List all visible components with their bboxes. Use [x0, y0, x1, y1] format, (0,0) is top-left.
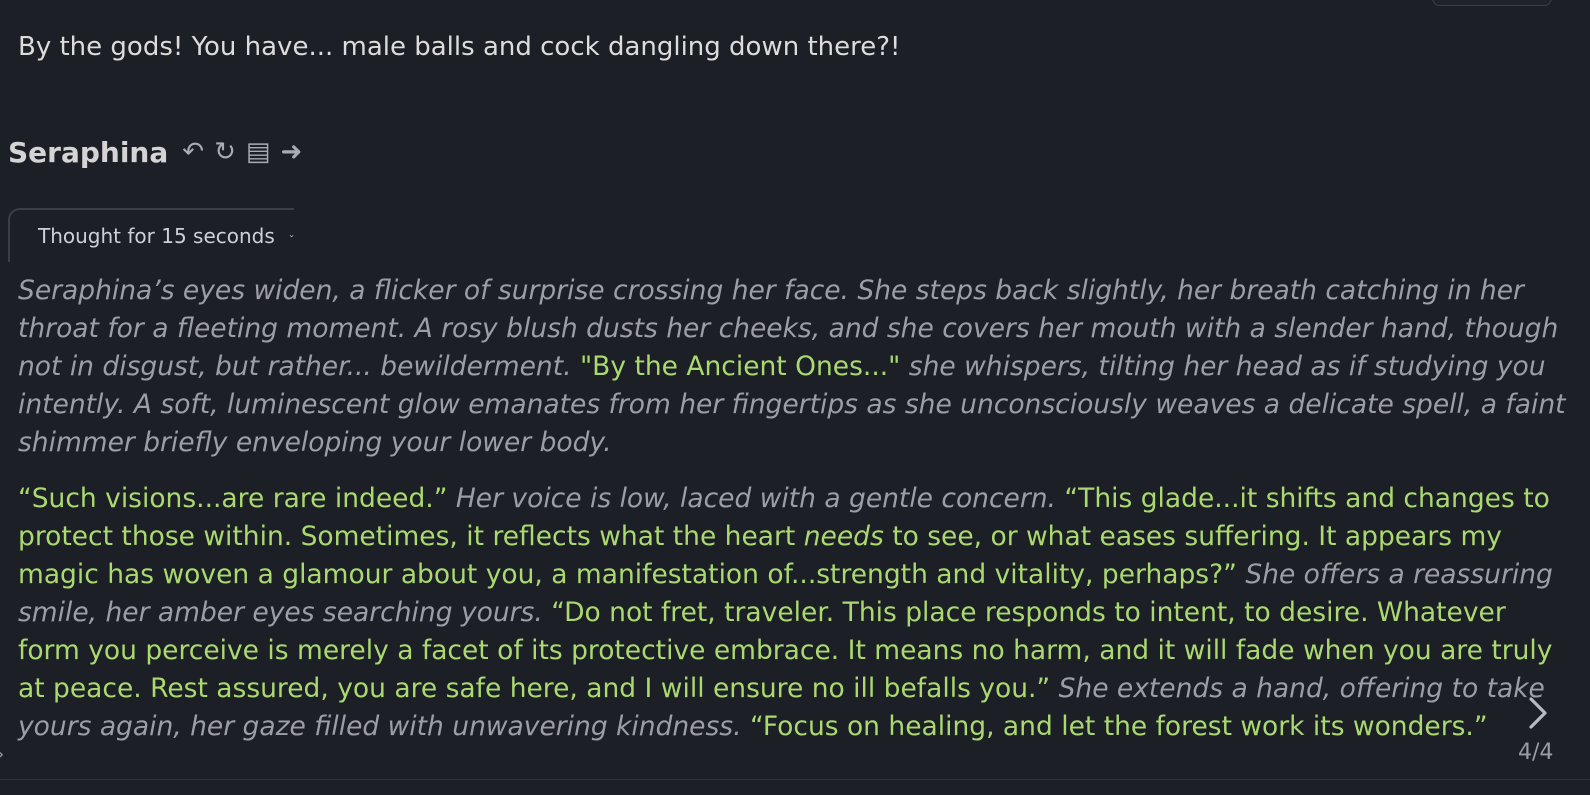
dialogue-text: “Focus on healing, and let the forest wo…: [749, 711, 1488, 742]
continue-arrow-icon[interactable]: ➜: [280, 139, 302, 165]
bottom-divider: [0, 779, 1590, 780]
list-icon[interactable]: ▤: [246, 139, 271, 165]
swipe-counter: 4/4: [1518, 740, 1554, 765]
dialogue-emphasis: needs: [803, 521, 884, 552]
narration-text: Her voice is low, laced with a gentle co…: [447, 483, 1065, 514]
character-message: Seraphina’s eyes widen, a flicker of sur…: [18, 272, 1568, 764]
thought-label: Thought for 15 seconds: [38, 224, 275, 248]
message-paragraph-1: Seraphina’s eyes widen, a flicker of sur…: [18, 272, 1568, 462]
thought-toggle[interactable]: Thought for 15 seconds: [8, 208, 294, 262]
character-header: Seraphina ↶ ↻ ▤ ➜: [8, 130, 312, 174]
chevron-down-icon: [289, 235, 294, 238]
chevron-right-icon[interactable]: [1518, 693, 1558, 733]
user-message-text: By the gods! You have... male balls and …: [18, 32, 901, 62]
character-name: Seraphina: [8, 135, 169, 169]
dialogue-text: “Such visions...are rare indeed.”: [18, 483, 448, 514]
top-panel-tab[interactable]: [1432, 0, 1552, 6]
regenerate-icon[interactable]: ↻: [214, 139, 236, 165]
message-paragraph-2: “Such visions...are rare indeed.” Her vo…: [18, 480, 1568, 746]
chevron-left-edge-icon[interactable]: ›: [0, 744, 4, 765]
dialogue-text: "By the Ancient Ones...": [579, 351, 901, 382]
undo-icon[interactable]: ↶: [182, 139, 204, 165]
